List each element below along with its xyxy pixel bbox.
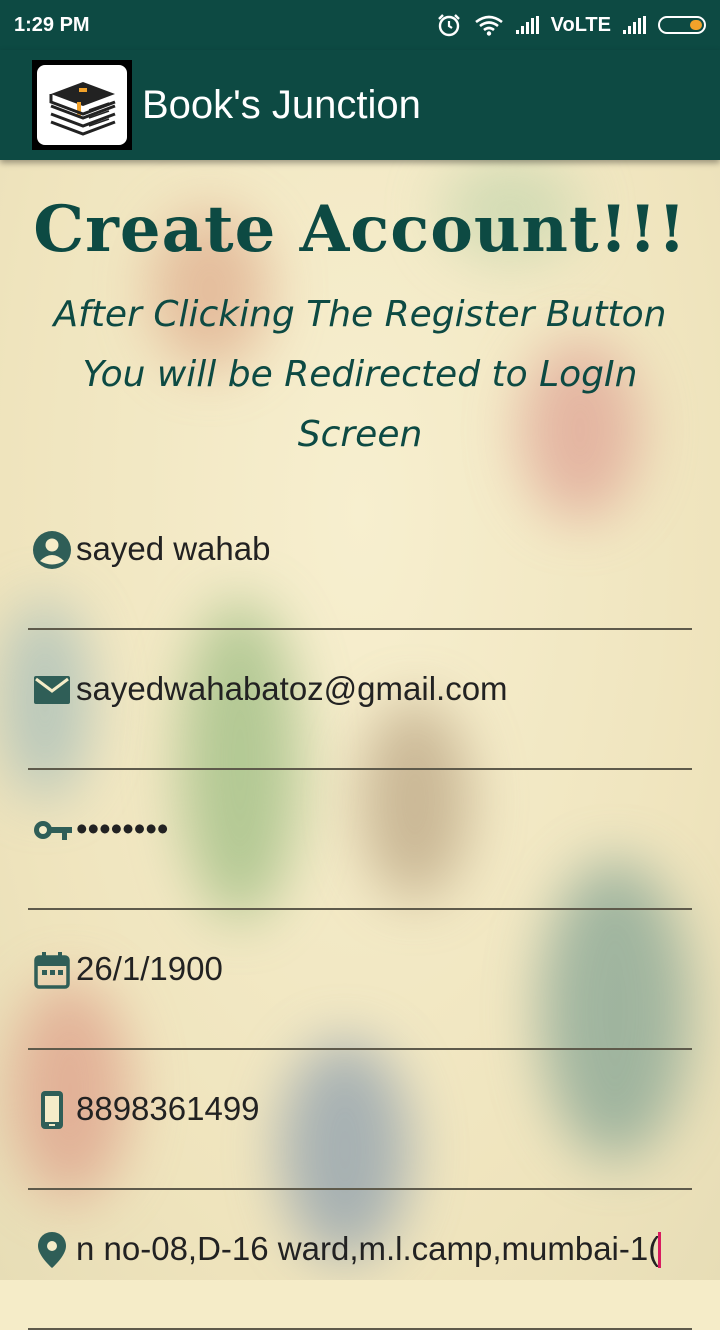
page-subtitle: After Clicking The Register Button You w… (53, 294, 667, 455)
phone-field[interactable]: 8898361499 (28, 1050, 692, 1190)
network-type: VoLTE (550, 13, 611, 36)
wifi-icon (474, 15, 503, 36)
email-field[interactable]: sayedwahabatoz@gmail.com (28, 630, 692, 770)
app-logo (32, 60, 132, 150)
address-text: n no-08,D-16 ward,m.l.camp,mumbai-1( (76, 1230, 660, 1267)
password-value: •••••••• (76, 810, 169, 847)
address-value: n no-08,D-16 ward,m.l.camp,mumbai-1( (76, 1190, 660, 1328)
status-bar: 1:29 PM VoLTE (0, 0, 720, 50)
email-icon (34, 676, 70, 704)
name-value: sayed wahab (76, 530, 271, 567)
page-title: Create Account!!! (33, 192, 687, 267)
date-of-birth-field[interactable]: 26/1/1900 (28, 910, 692, 1050)
address-field[interactable]: n no-08,D-16 ward,m.l.camp,mumbai-1( (28, 1190, 692, 1330)
signal-icon (515, 16, 539, 34)
text-cursor (658, 1232, 661, 1268)
password-field[interactable]: •••••••• (28, 770, 692, 910)
phone-value: 8898361499 (76, 1090, 260, 1127)
app-title: Book's Junction (142, 82, 421, 127)
location-icon (38, 1232, 66, 1268)
battery-icon (658, 16, 706, 34)
register-form: Create Account!!! After Clicking The Reg… (0, 160, 720, 1330)
person-icon (33, 531, 71, 569)
status-icons: VoLTE (436, 12, 706, 38)
signal-icon (623, 16, 646, 34)
books-stack-icon (49, 82, 116, 136)
app-bar: Book's Junction (0, 50, 720, 160)
calendar-icon (34, 952, 70, 989)
date-of-birth-value: 26/1/1900 (76, 950, 223, 987)
name-field[interactable]: sayed wahab (28, 490, 692, 630)
key-icon (34, 821, 72, 840)
phone-icon (41, 1091, 63, 1129)
alarm-icon (437, 14, 460, 37)
email-value: sayedwahabatoz@gmail.com (76, 670, 508, 707)
status-time: 1:29 PM (14, 13, 90, 36)
